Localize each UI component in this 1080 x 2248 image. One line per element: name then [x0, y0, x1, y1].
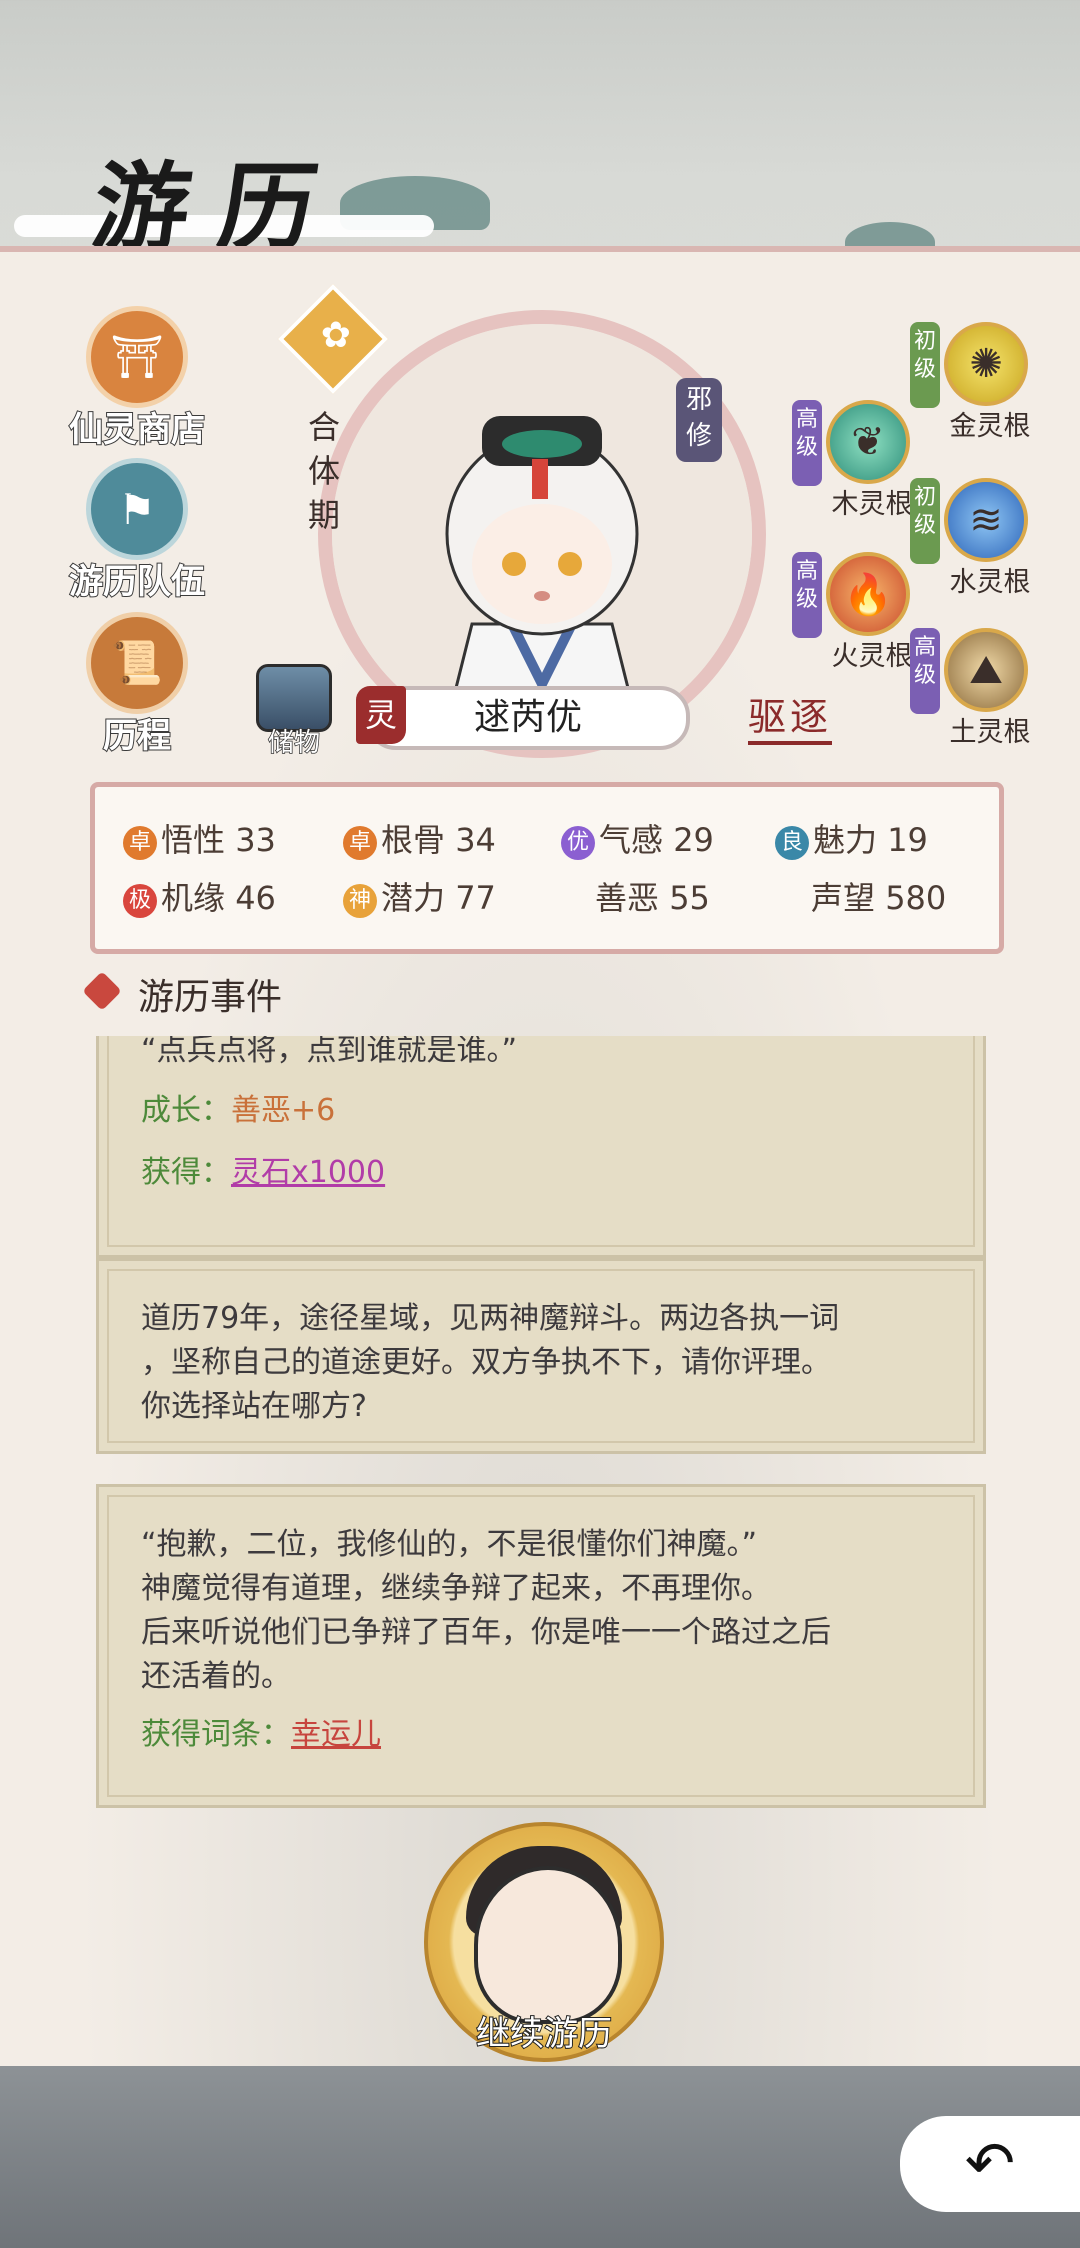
spirit-badge: 灵	[356, 686, 406, 744]
stat-comprehension: 卓悟性 33	[123, 815, 276, 861]
back-button[interactable]: ↶	[900, 2116, 1080, 2212]
growth-value: 善恶+6	[231, 1093, 336, 1128]
water-root-icon: ≋	[944, 478, 1028, 562]
event-text-line: 你选择站在哪方?	[141, 1389, 367, 1424]
grade-badge: 优	[561, 826, 595, 860]
grade-badge: 极	[123, 884, 157, 918]
root-grade: 高级	[792, 400, 822, 486]
avatar-face	[474, 1866, 622, 2024]
team-flag-icon: ⚑	[86, 458, 188, 560]
root-grade: 初级	[910, 478, 940, 564]
grade-badge: 神	[343, 884, 377, 918]
menu-label: 游历队伍	[68, 561, 206, 603]
root-label: 土灵根	[949, 717, 1031, 748]
stat-charm: 良魅力 19	[775, 815, 928, 861]
continue-journey-button[interactable]: 继续游历	[424, 1822, 664, 2062]
events-heading: 游历事件	[82, 968, 282, 1020]
back-arrow-icon: ↶	[964, 2129, 1016, 2199]
event-card: 道历79年，途径星域，见两神魔辩斗。两边各执一词 ，坚称自己的道途更好。双方争执…	[96, 1258, 986, 1454]
storage-button[interactable]: 储物	[254, 664, 334, 759]
event-card: “点兵点将，点到谁就是谁。” 成长：善恶+6 获得：灵石x1000	[96, 1036, 986, 1258]
expel-button[interactable]: 驱逐	[748, 686, 833, 745]
reward-link[interactable]: 灵石x1000	[231, 1155, 385, 1190]
grade-badge: 卓	[343, 826, 377, 860]
event-text-line: “抱歉，二位，我修仙的，不是很懂你们神魔。”	[141, 1527, 758, 1562]
continue-label: 继续游历	[475, 2013, 613, 2055]
flower-icon	[82, 971, 122, 1011]
event-text-line: ，坚称自己的道途更好。双方争执不下，请你评理。	[141, 1345, 831, 1380]
earth-root-icon: ⛰	[944, 628, 1028, 712]
root-label: 金灵根	[949, 411, 1031, 442]
realm-label: 合体期	[308, 408, 341, 534]
stat-morality: 善恶 55	[595, 879, 710, 917]
fire-root-icon: 🔥	[826, 552, 910, 636]
events-list[interactable]: “点兵点将，点到谁就是谁。” 成长：善恶+6 获得：灵石x1000 道历79年，…	[96, 1036, 986, 1836]
stat-qi-sense: 优气感 29	[561, 815, 714, 861]
root-grade: 高级	[792, 552, 822, 638]
menu-item-team[interactable]: ⚑ 游历队伍	[37, 458, 237, 603]
event-text-line: 神魔觉得有道理，继续争辩了起来，不再理你。	[141, 1571, 771, 1606]
event-text-line: 道历79年，途径星域，见两神魔辩斗。两边各执一词	[141, 1301, 840, 1336]
grade-badge: 卓	[123, 826, 157, 860]
menu-item-journey[interactable]: 📜 历程	[37, 612, 237, 757]
root-label: 水灵根	[949, 567, 1031, 598]
root-grade: 初级	[910, 322, 940, 408]
event-text-line: 还活着的。	[141, 1659, 291, 1694]
event-text-line: 后来听说他们已争辩了百年，你是唯一一个路过之后	[141, 1615, 831, 1650]
scroll-icon: 📜	[86, 612, 188, 714]
metal-root-icon: ✺	[944, 322, 1028, 406]
menu-label: 历程	[102, 715, 172, 757]
stat-bone: 卓根骨 34	[343, 815, 496, 861]
event-quote: “点兵点将，点到谁就是谁。”	[141, 1036, 518, 1068]
attribute-panel: 卓悟性 33 卓根骨 34 优气感 29 良魅力 19 极机缘 46 神潜力 7…	[90, 782, 1004, 954]
stat-fortune: 极机缘 46	[123, 873, 276, 919]
event-card: “抱歉，二位，我修仙的，不是很懂你们神魔。” 神魔觉得有道理，继续争辩了起来，不…	[96, 1484, 986, 1808]
character-name: 逑芮优	[366, 686, 690, 750]
menu-label: 仙灵商店	[68, 409, 206, 451]
menu-item-shop[interactable]: ⛩ 仙灵商店	[37, 306, 237, 451]
grade-badge: 良	[775, 826, 809, 860]
alignment-tag: 邪修	[676, 378, 722, 462]
trait-link[interactable]: 幸运儿	[291, 1717, 381, 1752]
root-grade: 高级	[910, 628, 940, 714]
stat-reputation: 声望 580	[811, 879, 947, 917]
shop-gate-icon: ⛩	[86, 306, 188, 408]
stat-potential: 神潜力 77	[343, 873, 496, 919]
wood-root-icon: ❦	[826, 400, 910, 484]
storage-label: 储物	[267, 727, 321, 759]
